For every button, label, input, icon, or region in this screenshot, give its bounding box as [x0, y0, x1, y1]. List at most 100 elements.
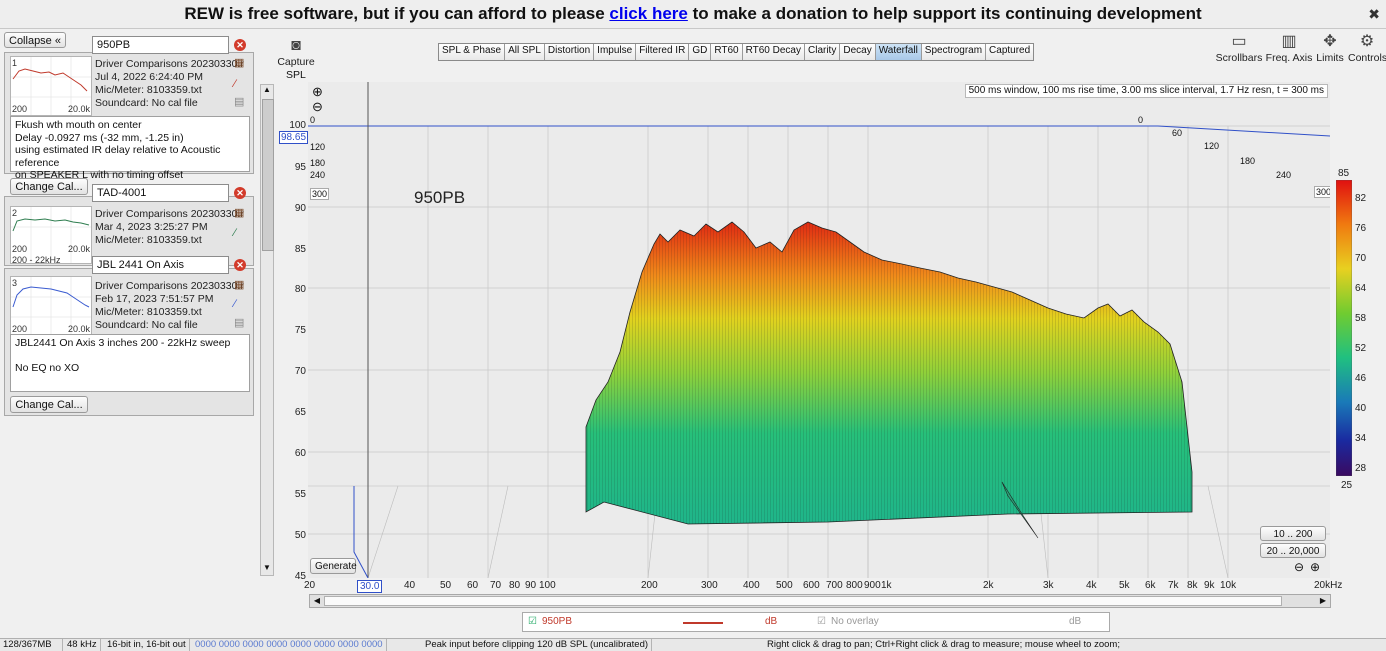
- controls-button[interactable]: ⚙ Controls: [1348, 32, 1386, 64]
- overlay-label: No overlay: [831, 616, 879, 627]
- zoom-out-freq-icon[interactable]: ⊖: [1294, 560, 1304, 574]
- tab-captured[interactable]: Captured: [986, 44, 1034, 60]
- measurement-soundcard: Soundcard: No cal file: [95, 319, 198, 331]
- x-tick: 500: [776, 580, 793, 591]
- x-tick: 400: [743, 580, 760, 591]
- measurement-mic: Mic/Meter: 8103359.txt: [95, 234, 202, 246]
- scrollbars-button[interactable]: ▭ Scrollbars: [1212, 32, 1266, 64]
- close-banner-icon[interactable]: ✖: [1368, 0, 1380, 28]
- time-label: 300: [310, 188, 330, 200]
- measurement-thumbnail[interactable]: 1 200 20.0k: [10, 56, 92, 116]
- x-tick: 700: [826, 580, 843, 591]
- trace-color-icon[interactable]: ∕: [234, 298, 236, 310]
- plot-horizontal-scrollbar[interactable]: ◀ ▶: [309, 594, 1331, 608]
- colorbar-tick: 82: [1355, 193, 1367, 204]
- change-cal-button[interactable]: Change Cal...: [10, 178, 88, 195]
- save-measurement-icon[interactable]: ▦: [234, 57, 244, 69]
- colorbar-tick: 40: [1355, 403, 1367, 414]
- range-button-20-20000[interactable]: 20 .. 20,000: [1260, 543, 1326, 558]
- memory-usage[interactable]: 128/367MB: [0, 639, 63, 651]
- x-tick: 200: [641, 580, 658, 591]
- waterfall-plot[interactable]: ⊕ ⊖ 0 120 180 240 300 0 60 120 180 240 3…: [308, 82, 1330, 578]
- save-measurement-icon[interactable]: ▦: [234, 279, 244, 291]
- colorbar-tick: 46: [1355, 373, 1367, 384]
- banner-text-pre: REW is free software, but if you can aff…: [184, 4, 610, 23]
- banner-text-post: to make a donation to help support its c…: [687, 4, 1202, 23]
- scroll-right-icon[interactable]: ▶: [1317, 595, 1329, 607]
- thumbnail-axis-right: 20.0k: [67, 324, 90, 334]
- donation-banner: REW is free software, but if you can aff…: [0, 0, 1386, 29]
- measurement-thumbnail[interactable]: 2 200 20.0k 200 - 22kHz: [10, 206, 92, 265]
- collapse-button[interactable]: Collapse «: [4, 32, 66, 48]
- checkbox-icon[interactable]: ☑: [528, 616, 537, 627]
- zoom-in-icon[interactable]: ⊕: [312, 84, 323, 100]
- tab-waterfall[interactable]: Waterfall: [875, 44, 922, 60]
- gear-icon: ⚙: [1359, 33, 1375, 50]
- tab-decay[interactable]: Decay: [840, 44, 876, 60]
- x-tick: 9k: [1204, 580, 1215, 591]
- tab-rt60[interactable]: RT60: [711, 44, 743, 60]
- donation-link[interactable]: click here: [609, 4, 687, 23]
- limits-icon: ✥: [1323, 33, 1337, 50]
- time-label: 240: [310, 170, 326, 180]
- limits-button[interactable]: ✥ Limits: [1314, 32, 1346, 64]
- legend-trace-unit: dB: [765, 616, 778, 627]
- measurement-notes[interactable]: JBL2441 On Axis 3 inches 200 - 22kHz swe…: [10, 334, 250, 392]
- time-label: 180: [1240, 156, 1256, 166]
- y-tick: 45: [294, 571, 306, 582]
- range-button-10-200[interactable]: 10 .. 200: [1260, 526, 1326, 541]
- scroll-up-icon[interactable]: ▲: [262, 85, 272, 97]
- waterfall-info: 500 ms window, 100 ms rise time, 3.00 ms…: [964, 84, 1328, 98]
- zoom-in-freq-icon[interactable]: ⊕: [1310, 560, 1320, 574]
- x-tick: 3k: [1043, 580, 1054, 591]
- measurement-thumbnail[interactable]: 3 200 20.0k: [10, 276, 92, 336]
- tab-distortion[interactable]: Distortion: [544, 44, 595, 60]
- tab-spl-phase[interactable]: SPL & Phase: [439, 44, 506, 60]
- y-tick: 55: [294, 489, 306, 500]
- trace-color-icon[interactable]: ∕: [234, 78, 236, 90]
- overlay-checkbox-icon[interactable]: ☑: [817, 616, 826, 627]
- tab-rt60-decay[interactable]: RT60 Decay: [742, 44, 805, 60]
- remove-measurement-icon[interactable]: ✕: [234, 39, 246, 51]
- camera-icon: ◙: [291, 37, 301, 54]
- tab-filtered-ir[interactable]: Filtered IR: [636, 44, 690, 60]
- freq-axis-button[interactable]: ▥ Freq. Axis: [1264, 32, 1314, 64]
- generate-button[interactable]: Generate: [310, 558, 357, 574]
- tab-impulse[interactable]: Impulse: [594, 44, 637, 60]
- scroll-left-icon[interactable]: ◀: [311, 595, 323, 607]
- y-tick: 80: [294, 284, 306, 295]
- save-measurement-icon[interactable]: ▦: [234, 207, 244, 219]
- controls-label: Controls: [1348, 52, 1386, 64]
- scroll-thumb[interactable]: [262, 99, 274, 251]
- info-file-icon[interactable]: ▤: [234, 96, 244, 108]
- measurement-name-field[interactable]: TAD-4001: [92, 184, 229, 202]
- freq-axis-label: Freq. Axis: [1265, 52, 1313, 64]
- y-tick: 65: [294, 407, 306, 418]
- change-cal-button[interactable]: Change Cal...: [10, 396, 88, 413]
- measurement-name-field[interactable]: 950PB: [92, 36, 229, 54]
- remove-measurement-icon[interactable]: ✕: [234, 187, 246, 199]
- colorbar-tick: 64: [1355, 283, 1367, 294]
- tab-spectrogram[interactable]: Spectrogram: [921, 44, 987, 60]
- zoom-out-icon[interactable]: ⊖: [312, 99, 323, 115]
- scroll-thumb[interactable]: [324, 596, 1282, 606]
- notes-line: JBL2441 On Axis 3 inches 200 - 22kHz swe…: [15, 337, 231, 349]
- info-file-icon[interactable]: ▤: [234, 317, 244, 329]
- notes-line: using estimated IR delay relative to Aco…: [15, 144, 221, 169]
- trace-color-icon[interactable]: ∕: [234, 227, 236, 239]
- colorbar-tick: 34: [1355, 433, 1367, 444]
- remove-measurement-icon[interactable]: ✕: [234, 259, 246, 271]
- measurement-name-field[interactable]: JBL 2441 On Axis: [92, 256, 229, 274]
- tab-gd[interactable]: GD: [689, 44, 712, 60]
- tab-clarity[interactable]: Clarity: [805, 44, 841, 60]
- panel-vertical-scrollbar[interactable]: ▲ ▼: [260, 84, 274, 576]
- capture-button[interactable]: ◙ Capture: [276, 36, 316, 68]
- tab-all-spl[interactable]: All SPL: [505, 44, 545, 60]
- x-tick: 100: [539, 580, 556, 591]
- measurement-date: Feb 17, 2023 7:51:57 PM: [95, 293, 214, 305]
- x-tick: 6k: [1145, 580, 1156, 591]
- measurement-notes[interactable]: Fkush wth mouth on center Delay -0.0927 …: [10, 116, 250, 181]
- scroll-down-icon[interactable]: ▼: [262, 563, 272, 575]
- cursor-freq-readout: 30.0: [357, 580, 383, 593]
- sample-rate: 48 kHz: [64, 639, 101, 651]
